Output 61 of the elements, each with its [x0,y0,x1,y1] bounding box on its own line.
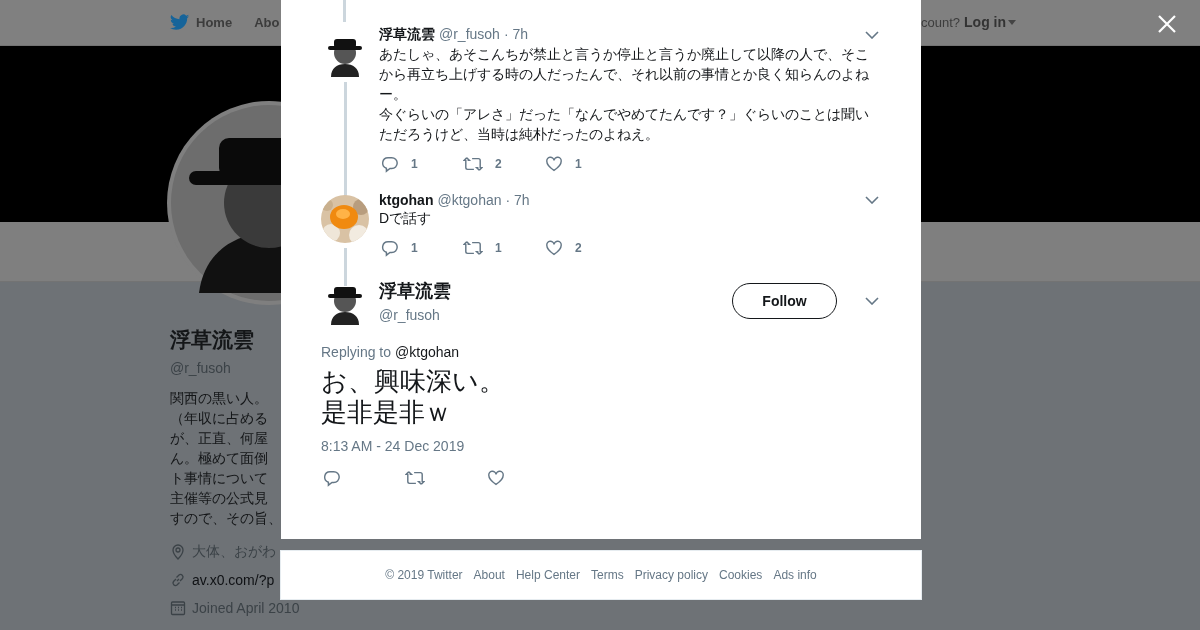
replying-label: Replying to [321,344,392,360]
tweet-text: Dで話す [379,209,433,228]
location-pin-icon [170,544,186,560]
retweet-icon[interactable] [463,155,483,173]
profile-bio-line: が、正直、何屋 [170,429,268,448]
profile-name: 浮草流雲 [170,327,254,353]
tweet-text: 今ぐらいの「アレさ」だった「なんでやめてたんです？」ぐらいのことは聞いただろうけど、当時は純朴だったのよねえ。 [379,105,870,144]
reply-count: 1 [411,241,418,255]
link-icon [170,572,186,588]
copyright-text: © 2019 Twitter [385,568,463,582]
tweet-timestamp: 8:13 AM - 24 Dec 2019 [321,438,466,454]
tweet-handle: @r_fusoh [439,26,500,42]
reply-mention-link[interactable]: @ktgohan [395,344,460,360]
tweet-author-name[interactable]: 浮草流雲 [379,26,435,44]
retweet-icon[interactable] [405,469,425,487]
heart-icon[interactable] [545,155,563,173]
tweet-text: お、興味深い。 [321,366,506,397]
chevron-down-icon[interactable] [865,31,881,39]
nav-link[interactable]: Abo [254,15,280,30]
bird-icon [170,14,190,31]
chevron-down-icon[interactable] [865,297,879,305]
reply-icon[interactable] [381,155,399,173]
like-count: 1 [575,157,582,171]
tweet-text: 是非是非ｗ [321,397,452,428]
retweet-count: 1 [495,241,502,255]
tweet-author-name[interactable]: 浮草流雲 [379,279,451,303]
footer-link[interactable]: Ads info [773,568,817,582]
login-link[interactable]: Log in [964,14,1017,30]
footer-link[interactable]: Terms [591,568,624,582]
tweet-time[interactable]: · 7h [503,26,529,42]
profile-bio-line: すので、その旨、 [170,509,282,528]
footer-link[interactable]: Cookies [719,568,763,582]
tweet-handle: @r_fusoh [379,307,441,323]
footer-link[interactable]: Help Center [515,568,580,582]
reply-icon[interactable] [323,469,341,487]
profile-bio-line: 主催等の公式見 [170,489,268,508]
like-count: 2 [575,241,582,255]
profile-bio-line: 関西の黒い人。 [170,389,268,408]
reply-icon[interactable] [381,239,399,257]
chevron-down-icon[interactable] [865,196,881,204]
footer-link[interactable]: About [473,568,505,582]
tweet-author-name[interactable]: ktgohan [379,192,434,208]
profile-bio-line: （年収に占める [170,409,268,428]
tweet-time[interactable]: · 7h [505,192,530,208]
reply-count: 1 [411,157,418,171]
tweet-handle: @ktgohan [437,192,502,208]
calendar-icon [170,600,186,616]
close-icon[interactable] [1158,15,1176,33]
follow-button[interactable]: Follow [732,283,837,319]
caret-icon [1008,19,1017,25]
profile-link[interactable]: av.x0.com/?p [192,572,275,588]
retweet-icon[interactable] [463,239,483,257]
login-prompt: count? [921,14,961,30]
heart-icon[interactable] [545,239,563,257]
footer-link[interactable]: Privacy policy [634,568,708,582]
retweet-count: 2 [495,157,502,171]
profile-bio-line: ト事情について [170,469,268,488]
nav-link[interactable]: Home [170,14,233,31]
profile-bio-line: ん。極めて面倒 [170,449,268,468]
heart-icon[interactable] [487,469,505,487]
tweet-text: あたしゃ、あそこんちが禁止と言うか停止と言うか廃止して以降の人で、そこから再立ち上げする時の人だったんで、それ以前の事情とか良く知らんのよねー。 [379,45,870,104]
